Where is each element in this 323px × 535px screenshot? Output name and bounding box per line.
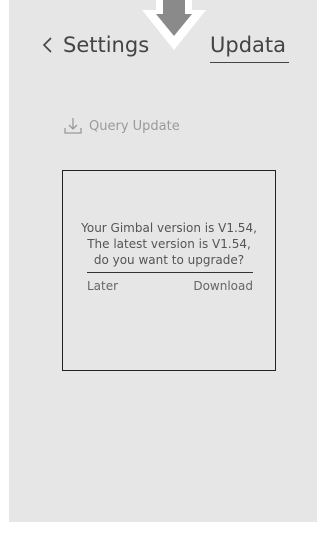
back-button[interactable]: Settings — [39, 29, 149, 61]
dialog-line-1: Your Gimbal version is V1.54, — [81, 221, 257, 235]
header: Settings Updata — [9, 0, 317, 90]
title-underline — [210, 62, 289, 63]
later-button[interactable]: Later — [87, 279, 118, 293]
page-title: Updata — [210, 33, 287, 57]
dialog-line-3: do you want to upgrade? — [93, 253, 245, 267]
dialog-message: Your Gimbal version is V1.54, The latest… — [63, 220, 275, 268]
chevron-left-icon — [42, 37, 52, 53]
dialog-divider — [87, 272, 253, 273]
query-update-label: Query Update — [89, 118, 180, 134]
app-screen: Settings Updata Query Update Your Gimbal… — [9, 0, 317, 522]
download-icon — [64, 118, 82, 134]
query-update-button[interactable]: Query Update — [63, 116, 180, 136]
dialog-line-2: The latest version is V1.54, — [87, 237, 251, 251]
download-button[interactable]: Download — [193, 279, 253, 293]
back-label: Settings — [63, 33, 150, 57]
update-dialog: Your Gimbal version is V1.54, The latest… — [62, 170, 276, 371]
